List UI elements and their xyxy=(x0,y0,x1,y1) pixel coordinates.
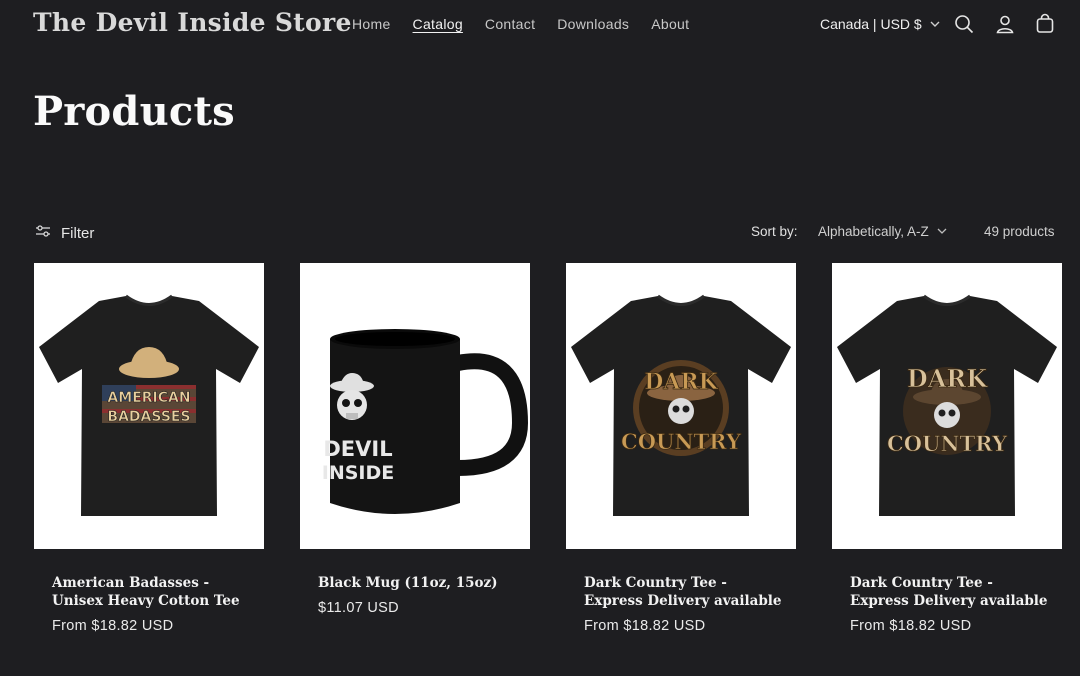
product-title[interactable]: Dark Country Tee - Express Delivery avai… xyxy=(566,574,796,610)
product-title[interactable]: American Badasses - Unisex Heavy Cotton … xyxy=(34,574,264,610)
product-price: From $18.82 USD xyxy=(584,618,706,634)
account-icon[interactable] xyxy=(993,12,1017,36)
design-text: DEVIL xyxy=(323,437,392,461)
nav-contact[interactable]: Contact xyxy=(485,16,535,32)
product-image[interactable]: AMERICAN BADASSES xyxy=(34,263,264,549)
design-text: INSIDE xyxy=(322,462,394,484)
chevron-down-icon xyxy=(937,224,947,239)
store-logo[interactable]: The Devil Inside Store xyxy=(33,8,352,37)
filter-icon xyxy=(35,224,51,242)
page-title: Products xyxy=(33,88,235,135)
nav-about[interactable]: About xyxy=(651,16,689,32)
product-card: AMERICAN BADASSES American Badasses - Un… xyxy=(34,263,264,634)
design-text: AMERICAN xyxy=(107,390,190,406)
design-text: COUNTRY xyxy=(621,429,742,454)
product-image[interactable]: DARK COUNTRY xyxy=(832,263,1062,549)
locale-label: Canada | USD $ xyxy=(820,16,922,32)
product-price: From $18.82 USD xyxy=(52,618,174,634)
main-nav: Home Catalog Contact Downloads About xyxy=(352,16,711,32)
mug-body xyxy=(330,330,460,514)
search-icon[interactable] xyxy=(952,12,976,36)
product-image[interactable]: DEVIL INSIDE xyxy=(300,263,530,549)
site-header: The Devil Inside Store Home Catalog Cont… xyxy=(0,0,1080,50)
product-count: 49 products xyxy=(984,224,1055,239)
mug-handle xyxy=(456,353,529,476)
product-card: DEVIL INSIDE Black Mug (11oz, 15oz) $11.… xyxy=(300,263,530,616)
design-text: COUNTRY xyxy=(887,431,1008,456)
product-price: From $18.82 USD xyxy=(850,618,972,634)
product-image[interactable]: DARK COUNTRY xyxy=(566,263,796,549)
country-currency-selector[interactable]: Canada | USD $ xyxy=(820,16,940,32)
filter-button[interactable]: Filter xyxy=(35,224,94,242)
sort-select[interactable]: Alphabetically, A-Z xyxy=(818,224,947,239)
sort-value: Alphabetically, A-Z xyxy=(818,224,929,239)
product-price: $11.07 USD xyxy=(318,600,399,616)
product-title[interactable]: Black Mug (11oz, 15oz) xyxy=(300,574,530,592)
design-text: DARK xyxy=(907,364,988,393)
nav-home[interactable]: Home xyxy=(352,16,391,32)
cart-icon[interactable] xyxy=(1033,12,1057,36)
design-text: DARK xyxy=(644,369,718,395)
sort-label: Sort by: xyxy=(751,224,798,239)
nav-downloads[interactable]: Downloads xyxy=(557,16,629,32)
nav-catalog[interactable]: Catalog xyxy=(413,16,463,32)
product-card: DARK COUNTRY Dark Country Tee - Express … xyxy=(832,263,1062,634)
product-card: DARK COUNTRY Dark Country Tee - Express … xyxy=(566,263,796,634)
chevron-down-icon xyxy=(930,16,940,32)
design-text: BADASSES xyxy=(107,409,190,425)
filter-label: Filter xyxy=(61,224,95,242)
product-title[interactable]: Dark Country Tee - Express Delivery avai… xyxy=(832,574,1062,610)
